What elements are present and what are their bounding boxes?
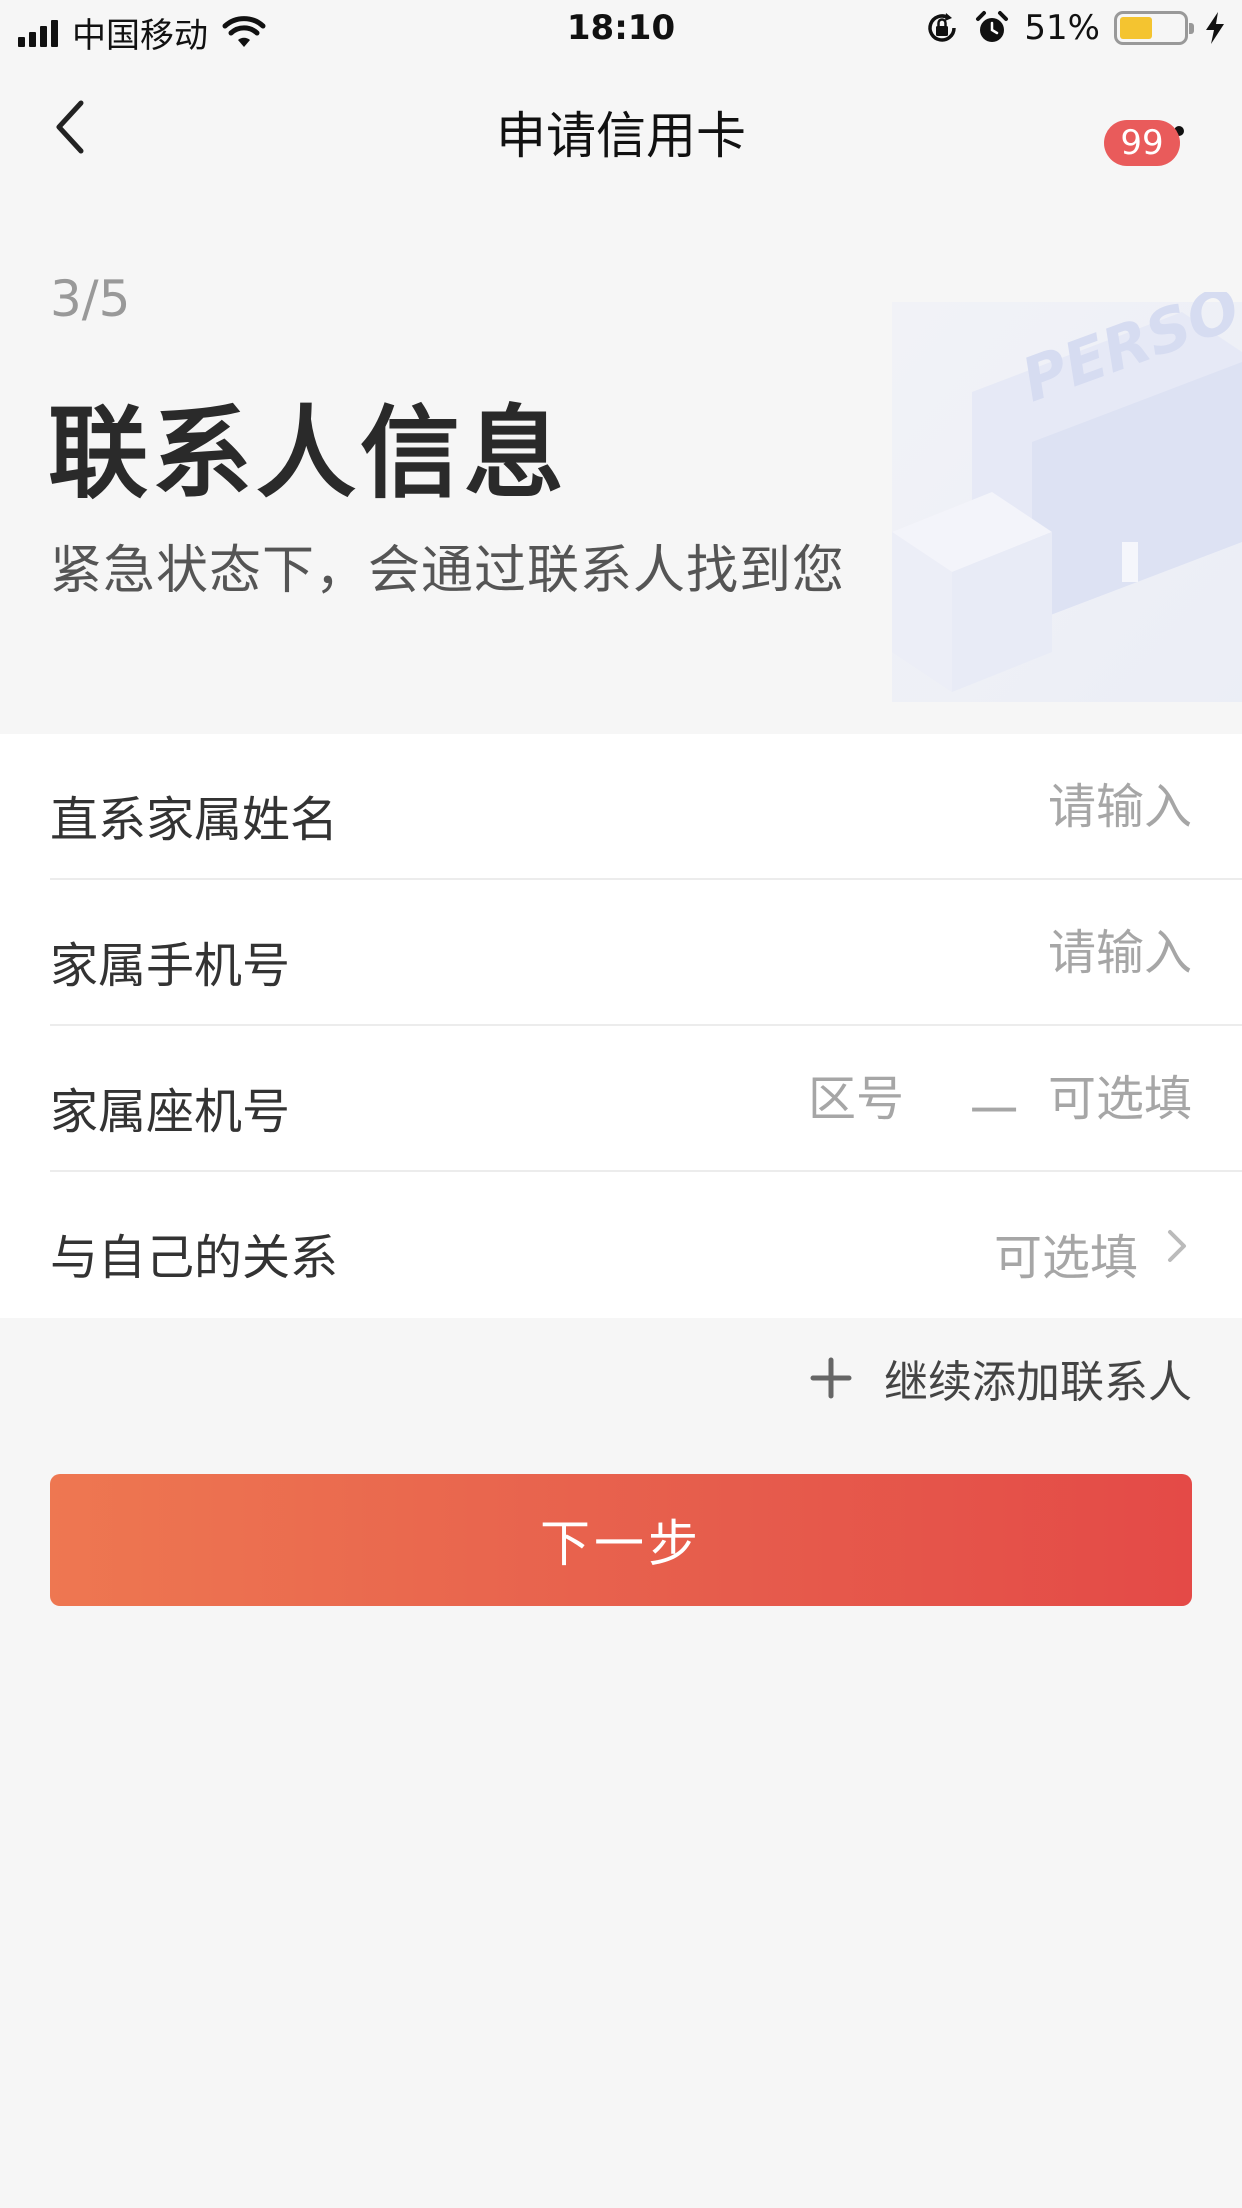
battery-icon (1114, 11, 1194, 45)
plus-icon (810, 1357, 852, 1399)
more-button[interactable]: 99 (1104, 100, 1202, 166)
area-code-separator: 一 (970, 1084, 1019, 1140)
battery-percent: 51% (1024, 8, 1100, 48)
form-row-family-mobile: 家属手机号 (50, 880, 1242, 1026)
page-title: 申请信用卡 (496, 107, 746, 165)
alarm-icon (976, 11, 1009, 42)
family-landline-label: 家属座机号 (50, 1084, 291, 1140)
notification-badge: 99 (1104, 120, 1180, 166)
step-indicator: 3/5 (50, 270, 131, 328)
section-subtitle: 紧急状态下，会通过联系人找到您 (50, 541, 846, 601)
next-step-button[interactable]: 下一步 (50, 1474, 1192, 1606)
add-contact-button[interactable]: 继续添加联系人 (810, 1346, 1192, 1410)
header-section: PERSO 3/5 联系人信息 紧急状态下，会通过联系人找到您 (0, 192, 1242, 732)
add-contact-label: 继续添加联系人 (884, 1357, 1192, 1408)
form-row-family-landline: 家属座机号 一 (50, 1026, 1242, 1172)
page: 中国移动 18:10 51% 申请信用卡 99 PERSO 3/5 联系人信息 … (0, 0, 1242, 2208)
contact-form: 直系家属姓名 家属手机号 家属座机号 一 与自己的关系 可选填 (0, 734, 1242, 1318)
form-row-family-name: 直系家属姓名 (50, 734, 1242, 880)
family-name-input[interactable] (692, 774, 1192, 840)
charging-bolt-icon (1206, 12, 1224, 44)
family-mobile-input[interactable] (692, 920, 1192, 986)
status-bar: 中国移动 18:10 51% (0, 0, 1242, 60)
area-code-input[interactable] (808, 1066, 938, 1132)
relationship-label: 与自己的关系 (50, 1230, 339, 1286)
battery-fill (1120, 17, 1152, 39)
family-mobile-label: 家属手机号 (50, 938, 291, 994)
relationship-value: 可选填 (993, 1230, 1138, 1286)
section-title: 联系人信息 (48, 395, 568, 512)
nav-bar: 申请信用卡 99 (0, 60, 1242, 192)
orientation-lock-icon (928, 13, 957, 42)
person-card-illustration: PERSO (892, 292, 1242, 702)
family-name-label: 直系家属姓名 (50, 792, 339, 848)
chevron-right-icon (1168, 1230, 1186, 1262)
relationship-selector[interactable]: 与自己的关系 可选填 (50, 1172, 1242, 1318)
landline-number-input[interactable] (1012, 1066, 1192, 1132)
status-right: 51% (924, 8, 1228, 48)
